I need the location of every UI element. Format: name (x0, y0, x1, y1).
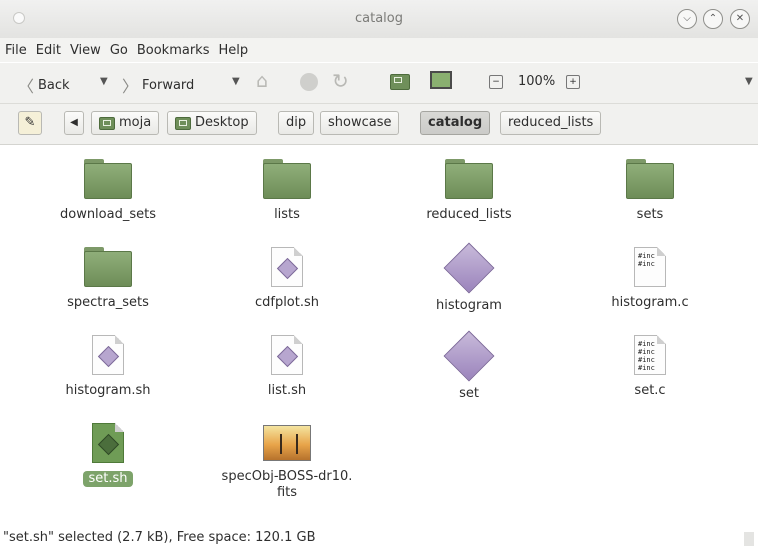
status-text: "set.sh" selected (2.7 kB), Free space: … (3, 530, 316, 545)
crumb-desktop[interactable]: Desktop (167, 111, 257, 135)
toolbar: 〈 Back ▼ 〉 Forward ▼ ⌂ ↻ − 100% + ▼ (0, 63, 758, 104)
title-bar[interactable]: catalog ⌵ ⌃ ✕ (0, 0, 758, 39)
location-bar: ✎ ◀ moja Desktop dip showcase catalog re… (0, 104, 758, 145)
folder-icon (84, 247, 132, 287)
image-thumbnail-icon (263, 425, 311, 461)
zoom-level: 100% (518, 74, 556, 89)
shell-script-icon (92, 423, 124, 463)
file-item[interactable]: sets (575, 159, 725, 223)
minimize-button[interactable]: ⌵ (677, 9, 697, 29)
file-item[interactable]: list.sh (212, 335, 362, 399)
menu-help[interactable]: Help (213, 43, 252, 58)
resize-grip[interactable] (744, 532, 754, 546)
close-button[interactable]: ✕ (730, 9, 750, 29)
file-item[interactable]: histogram.sh (33, 335, 183, 399)
home-folder-icon (99, 116, 115, 130)
file-item[interactable]: reduced_lists (394, 159, 544, 223)
crumb-dip[interactable]: dip (278, 111, 315, 135)
back-history-dropdown[interactable]: ▼ (100, 76, 108, 87)
folder-icon (263, 159, 311, 199)
shell-script-icon (92, 335, 124, 375)
scroll-left-button[interactable]: ◀ (64, 111, 84, 135)
toolbar-overflow-icon[interactable]: ▼ (745, 76, 753, 87)
file-item[interactable]: histogram (394, 242, 544, 314)
folder-icon (626, 159, 674, 199)
stop-icon[interactable] (300, 73, 318, 91)
home-icon[interactable] (390, 74, 414, 90)
crumb-reduced-lists[interactable]: reduced_lists (500, 111, 602, 135)
toggle-location-icon[interactable]: ✎ (18, 111, 42, 135)
folder-icon (445, 159, 493, 199)
shell-script-icon (271, 335, 303, 375)
c-source-icon: #inc #inc (634, 247, 666, 287)
menu-go[interactable]: Go (105, 43, 132, 58)
file-item[interactable]: #inc #inc #inc #inc set.c (575, 335, 725, 399)
executable-icon (443, 330, 495, 382)
desktop-folder-icon (175, 116, 191, 130)
forward-arrow-icon: 〉 (122, 77, 139, 96)
menu-edit[interactable]: Edit (31, 43, 65, 58)
crumb-catalog[interactable]: catalog (420, 111, 491, 135)
file-item[interactable]: #inc #inc histogram.c (575, 247, 725, 311)
zoom-out-icon[interactable]: − (489, 75, 503, 89)
file-item-selected[interactable]: set.sh (33, 423, 183, 487)
forward-history-dropdown[interactable]: ▼ (232, 76, 240, 87)
reload-icon[interactable]: ↻ (332, 69, 349, 93)
file-item[interactable]: set (394, 330, 544, 402)
forward-button[interactable]: 〉 Forward (122, 73, 194, 97)
menu-view[interactable]: View (65, 43, 105, 58)
menu-file[interactable]: File (0, 43, 31, 58)
menu-bar: File Edit View Go Bookmarks Help (0, 38, 758, 62)
computer-icon[interactable] (430, 71, 452, 89)
zoom-in-icon[interactable]: + (566, 75, 580, 89)
file-item[interactable]: spectra_sets (33, 247, 183, 311)
window-title: catalog (355, 11, 403, 26)
back-button[interactable]: 〈 Back (18, 73, 70, 97)
crumb-moja[interactable]: moja (91, 111, 160, 135)
maximize-button[interactable]: ⌃ (703, 9, 723, 29)
status-bar: "set.sh" selected (2.7 kB), Free space: … (0, 527, 758, 550)
menu-bookmarks[interactable]: Bookmarks (132, 43, 214, 58)
up-icon[interactable]: ⌂ (256, 70, 268, 92)
c-source-icon: #inc #inc #inc #inc (634, 335, 666, 375)
shell-script-icon (271, 247, 303, 287)
crumb-showcase[interactable]: showcase (320, 111, 400, 135)
folder-icon (84, 159, 132, 199)
executable-icon (443, 242, 495, 294)
back-arrow-icon: 〈 (18, 77, 35, 96)
file-item[interactable]: cdfplot.sh (212, 247, 362, 311)
file-item[interactable]: specObj-BOSS-dr10. fits (212, 423, 362, 501)
file-item[interactable]: lists (212, 159, 362, 223)
file-item[interactable]: download_sets (33, 159, 183, 223)
file-view[interactable]: download_sets lists reduced_lists sets s… (0, 145, 758, 527)
